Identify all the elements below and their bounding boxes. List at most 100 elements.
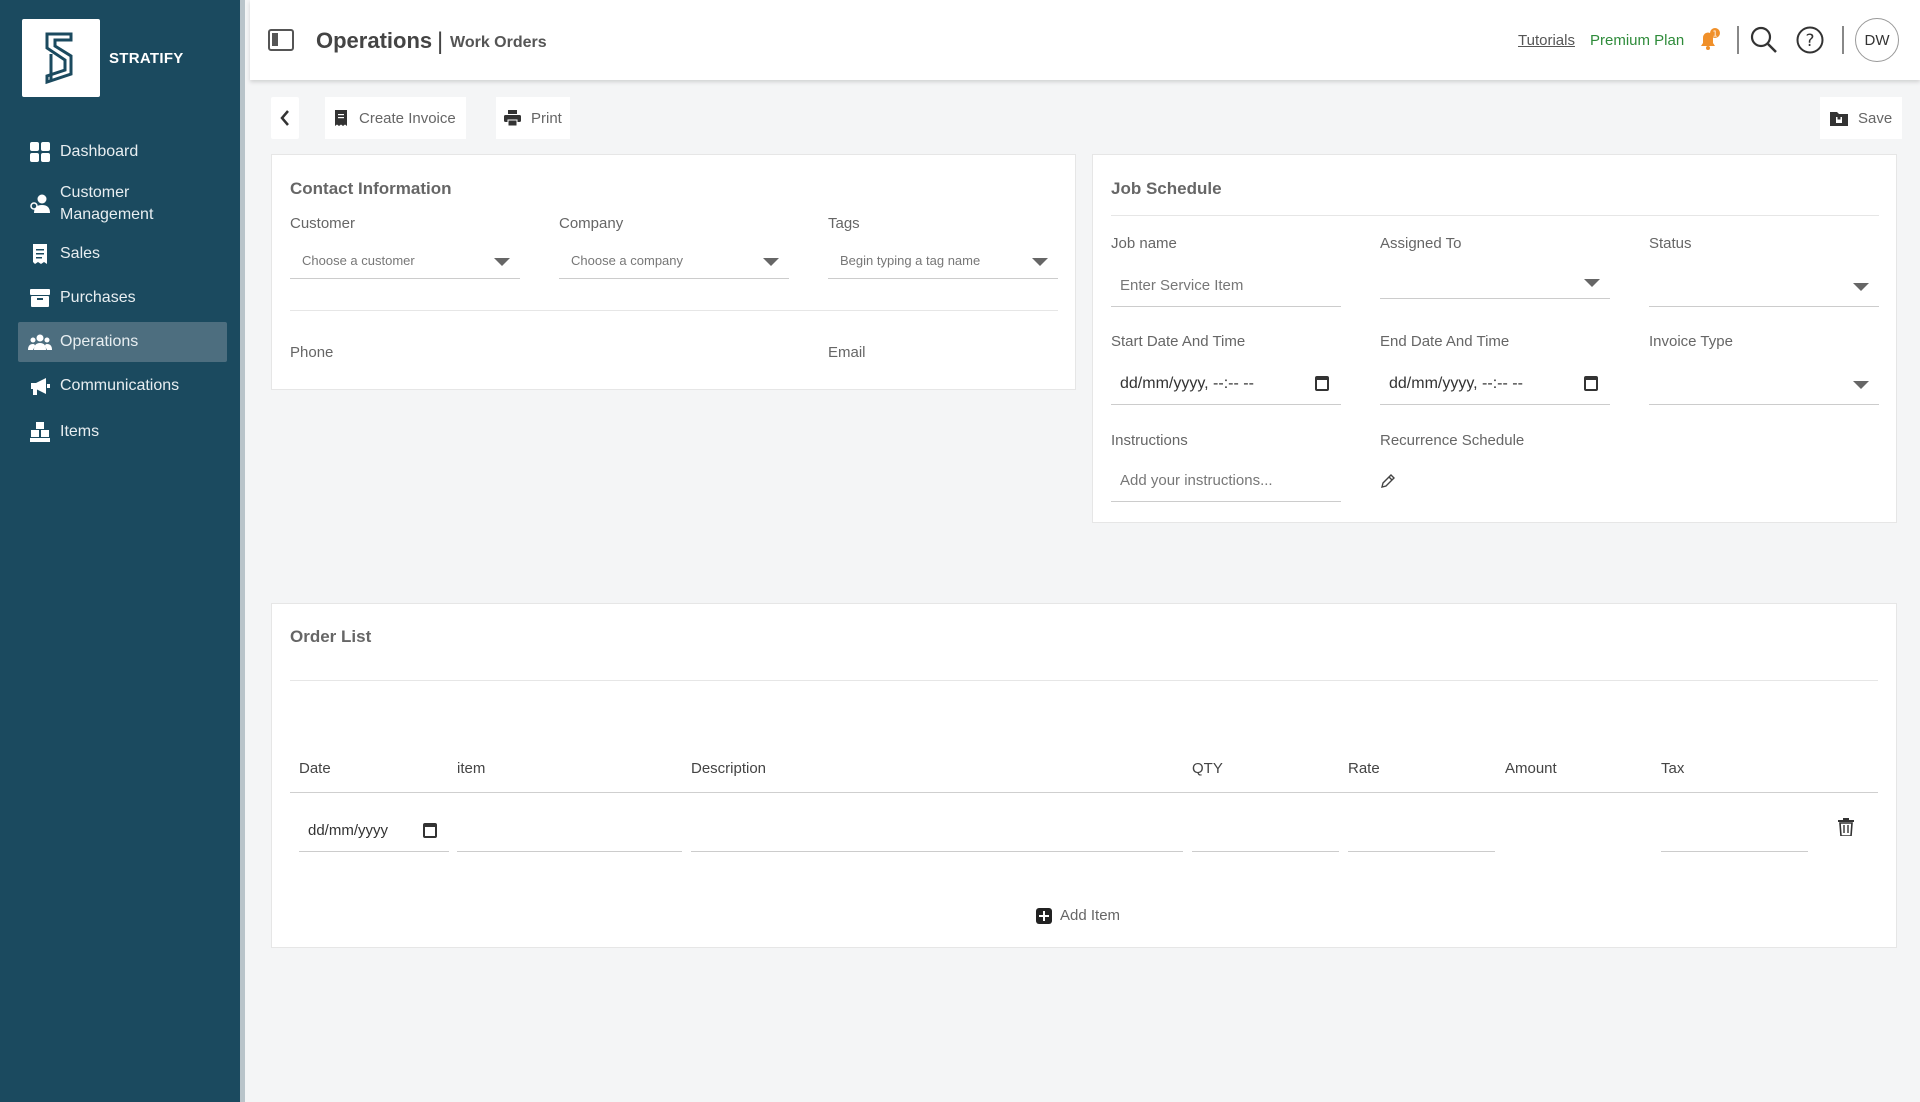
divider [1111, 215, 1879, 216]
search-icon[interactable] [1750, 26, 1778, 59]
stratify-logo-icon [45, 32, 73, 85]
sidebar-item-operations[interactable]: Operations [18, 322, 227, 362]
svg-text:?: ? [1805, 31, 1814, 51]
title-separator: | [437, 28, 444, 55]
sidebar-item-dashboard[interactable]: Dashboard [18, 130, 227, 174]
print-button[interactable]: Print [496, 97, 570, 139]
row-rate-input[interactable] [1348, 810, 1495, 852]
customer-select[interactable]: Choose a customer [290, 243, 520, 279]
sidebar-item-label: Dashboard [60, 143, 139, 160]
email-label: Email [828, 344, 866, 361]
chevron-down-icon [1584, 278, 1600, 287]
status-label: Status [1649, 235, 1692, 252]
sidebar-item-label: Communications [60, 377, 180, 394]
divider [290, 310, 1058, 311]
save-label: Save [1858, 109, 1893, 127]
order-list-card: Order List Date item Description QTY Rat… [271, 603, 1897, 948]
chevron-down-icon [494, 257, 510, 266]
instructions-label: Instructions [1111, 432, 1188, 449]
instructions-placeholder: Add your instructions... [1120, 472, 1273, 489]
contact-information-title: Contact Information [290, 179, 452, 198]
chevron-down-icon [1032, 257, 1048, 266]
phone-label: Phone [290, 344, 334, 361]
plus-square-icon [1036, 907, 1052, 924]
trash-icon[interactable] [1838, 818, 1854, 841]
top-bar: Operations | Work Orders Tutorials Premi… [250, 0, 1920, 80]
save-button[interactable]: Save [1820, 97, 1903, 139]
row-description-input[interactable] [691, 810, 1183, 852]
row-date-input[interactable]: dd/mm/yyyy [299, 810, 449, 852]
company-select[interactable]: Choose a company [559, 243, 789, 279]
customer-icon [28, 192, 52, 216]
job-name-input[interactable]: Enter Service Item [1111, 265, 1341, 307]
create-invoice-button[interactable]: Create Invoice [325, 97, 466, 139]
customer-placeholder: Choose a customer [302, 253, 415, 268]
sidebar-item-communications[interactable]: Communications [18, 364, 227, 408]
sidebar-item-items[interactable]: Items [18, 410, 227, 454]
company-label: Company [559, 215, 624, 232]
printer-icon [504, 110, 521, 126]
assigned-to-select[interactable] [1380, 265, 1610, 299]
sidebar-nav: Dashboard Customer Management Sales Purc… [18, 130, 227, 454]
brand-logo[interactable] [22, 19, 100, 97]
chevron-left-icon [280, 110, 289, 126]
sidebar-item-sales[interactable]: Sales [18, 234, 227, 274]
tags-select[interactable]: Begin typing a tag name [828, 243, 1058, 279]
edit-pencil-icon[interactable] [1380, 473, 1396, 494]
add-item-button[interactable]: Add Item [1036, 907, 1120, 924]
row-tax-input[interactable] [1661, 810, 1808, 852]
create-invoice-label: Create Invoice [359, 109, 456, 127]
invoice-type-select[interactable] [1649, 363, 1879, 405]
print-label: Print [531, 109, 562, 127]
notifications-bell-icon[interactable]: 1 [1697, 28, 1721, 57]
customer-label: Customer [290, 215, 356, 232]
end-datetime-value: dd/mm/yyyy, --:-- -- [1389, 374, 1523, 392]
dashboard-icon [28, 140, 52, 164]
row-qty-input[interactable] [1192, 810, 1339, 852]
column-header-description: Description [691, 760, 767, 777]
start-datetime-input[interactable]: dd/mm/yyyy, --:-- -- [1111, 363, 1341, 405]
end-datetime-input[interactable]: dd/mm/yyyy, --:-- -- [1380, 363, 1610, 405]
calendar-icon[interactable] [1584, 375, 1598, 391]
sidebar-item-purchases[interactable]: Purchases [18, 276, 227, 320]
receipt-icon [28, 242, 52, 266]
tags-label: Tags [828, 215, 860, 232]
megaphone-icon [28, 374, 52, 398]
job-name-placeholder: Enter Service Item [1120, 277, 1244, 294]
start-datetime-value: dd/mm/yyyy, --:-- -- [1120, 374, 1254, 392]
tutorials-link[interactable]: Tutorials [1518, 32, 1575, 49]
job-schedule-card: Job Schedule Job name Enter Service Item… [1092, 154, 1897, 523]
notification-count: 1 [1712, 30, 1717, 39]
company-placeholder: Choose a company [571, 253, 684, 268]
chevron-down-icon [1853, 282, 1869, 291]
instructions-input[interactable]: Add your instructions... [1111, 460, 1341, 502]
sidebar: STRATIFY Dashboard Customer Management S… [0, 0, 245, 1102]
calendar-icon[interactable] [423, 822, 437, 838]
end-date-label: End Date And Time [1380, 333, 1510, 350]
recurrence-label: Recurrence Schedule [1380, 432, 1525, 449]
calendar-icon[interactable] [1315, 375, 1329, 391]
order-list-title: Order List [290, 627, 372, 646]
page-subtitle: Work Orders [450, 34, 547, 51]
premium-plan-link[interactable]: Premium Plan [1590, 32, 1684, 49]
sidebar-toggle-icon[interactable] [268, 29, 294, 51]
sidebar-item-label: Items [60, 423, 100, 440]
divider [290, 680, 1878, 681]
items-icon [28, 420, 52, 444]
row-item-input[interactable] [457, 810, 682, 852]
start-date-label: Start Date And Time [1111, 333, 1246, 350]
divider [1842, 26, 1844, 54]
back-button[interactable] [271, 97, 299, 139]
status-select[interactable] [1649, 265, 1879, 307]
column-header-qty: QTY [1192, 760, 1223, 777]
team-icon [28, 330, 52, 354]
sidebar-item-label: Operations [60, 333, 139, 350]
chevron-down-icon [763, 257, 779, 266]
divider [1737, 26, 1739, 54]
sidebar-item-customer-management[interactable]: Customer Management [18, 176, 227, 232]
help-icon[interactable]: ? [1796, 26, 1824, 59]
job-name-label: Job name [1111, 235, 1177, 252]
invoice-icon [335, 110, 347, 126]
avatar[interactable]: DW [1855, 18, 1899, 62]
save-folder-icon [1830, 111, 1848, 126]
